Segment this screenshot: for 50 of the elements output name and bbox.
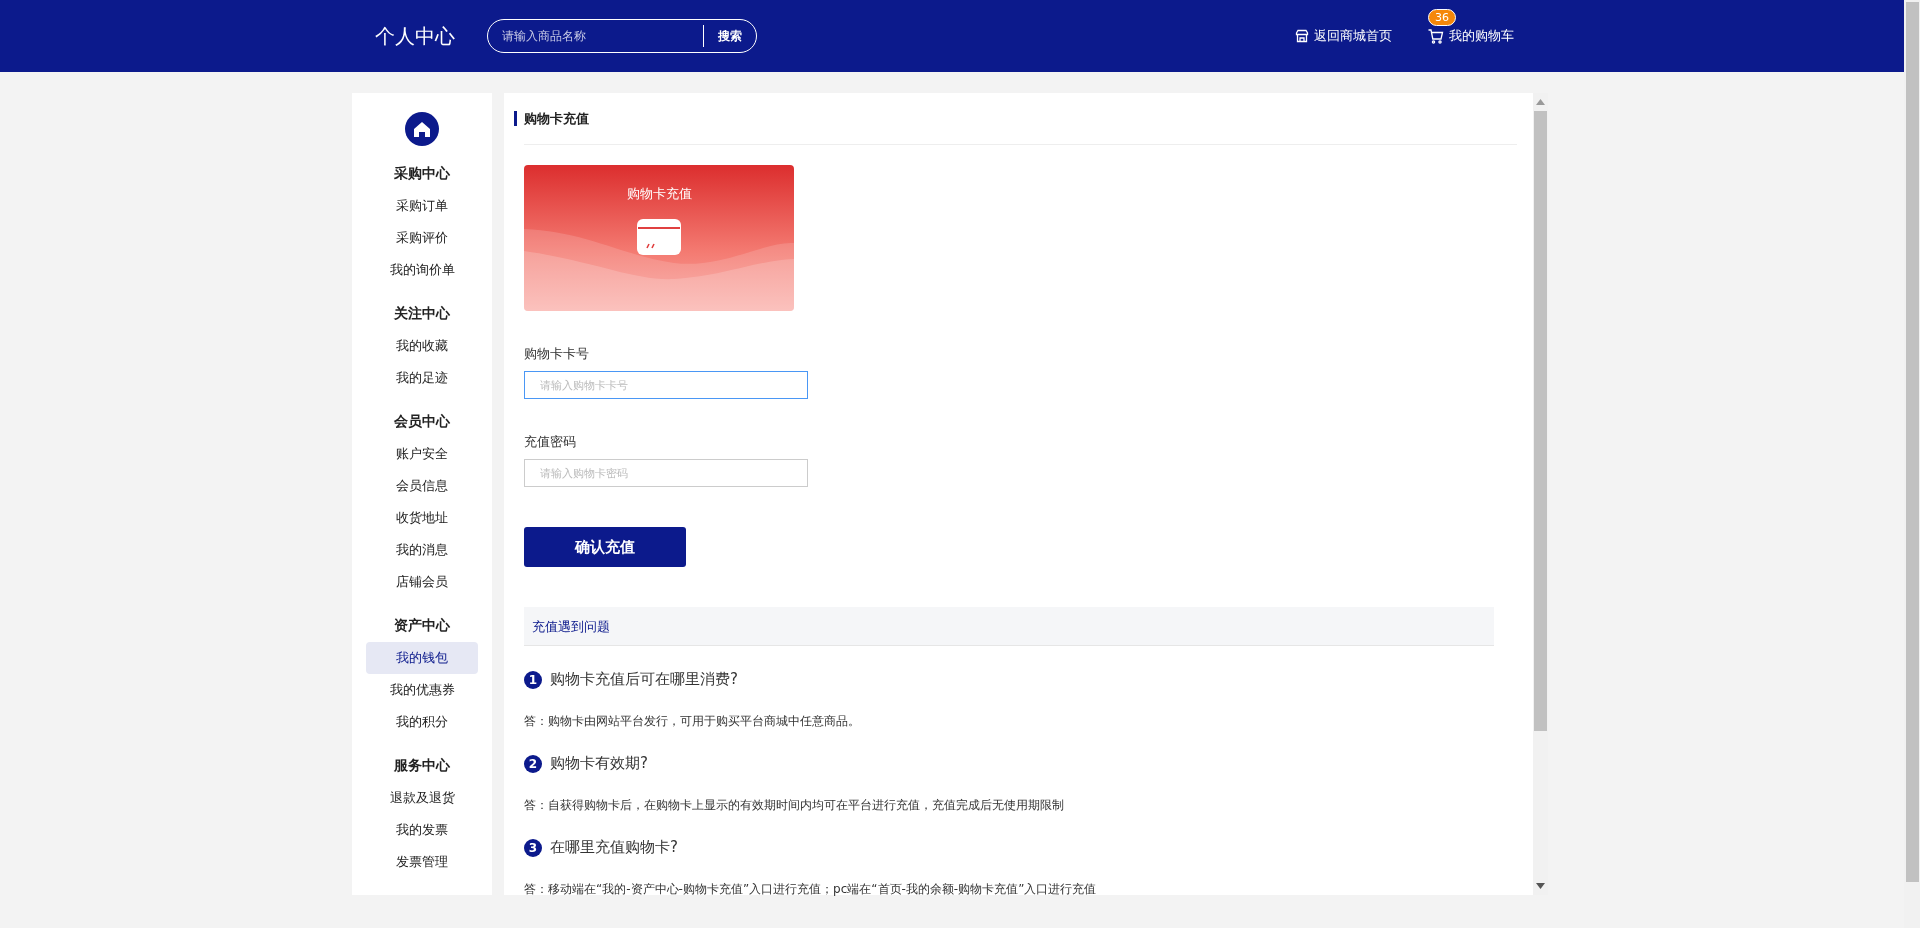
cart-link[interactable]: 我的购物车 [1428,27,1514,45]
input-field[interactable]: 请输入购物卡密码 [524,459,808,487]
sidebar-group-title: 服务中心 [394,756,450,775]
sidebar-item[interactable]: 我的消息 [366,534,478,566]
number-badge: 3 [524,838,542,857]
faq-question: 在哪里充值购物卡? [550,838,678,857]
faq-header: 充值遇到问题 [524,607,1494,646]
sidebar-item[interactable]: 我的发票 [366,814,478,846]
search-button[interactable]: 搜索 [703,25,756,47]
sidebar-item[interactable]: 我的收藏 [366,330,478,362]
scroll-up-icon[interactable] [1536,99,1545,105]
scrollbar-thumb[interactable] [1534,111,1547,731]
number-badge: 1 [524,670,542,689]
cart-icon [1428,28,1444,44]
sidebar-item[interactable]: 我的优惠券 [366,674,478,706]
sidebar-group-title: 采购中心 [394,164,450,183]
sidebar-item[interactable]: 店铺会员 [366,566,478,598]
page-title: 个人中心 [375,22,456,50]
faq-answer: 答：移动端在“我的-资产中心-购物卡充值”入口进行充值；pc端在“首页-我的余额-购物卡充值”入口进行充值 [524,881,1098,898]
sidebar-item[interactable]: 账户安全 [366,438,478,470]
sidebar-item[interactable]: 我的积分 [366,706,478,738]
card-icon [637,219,681,255]
page-scrollbar-thumb[interactable] [1905,2,1919,882]
scroll-down-icon[interactable] [1536,883,1545,889]
sidebar-group-title: 会员中心 [394,412,450,431]
faq-answer: 答：自获得购物卡后，在购物卡上显示的有效期时间内均可在平台进行充值，充值完成后无使用期限制 [524,797,1065,814]
sidebar-item[interactable]: 会员信息 [366,470,478,502]
sidebar-item[interactable]: 退款及退货 [366,782,478,814]
number-badge: 2 [524,754,542,773]
confirm-button[interactable]: 确认充值 [524,527,686,567]
sidebar-item[interactable]: 收货地址 [366,502,478,534]
store-icon [1295,29,1309,43]
home-link[interactable]: 返回商城首页 [1295,27,1392,45]
faq-question: 购物卡充值后可在哪里消费? [550,670,738,689]
card-title: 购物卡充值 [626,185,692,203]
sidebar-item[interactable]: 我的足迹 [366,362,478,394]
section-title: 购物卡充值 [514,111,1517,126]
home-icon[interactable] [405,112,439,146]
sidebar-item[interactable]: 发票管理 [366,846,478,878]
sidebar-group-title: 关注中心 [394,304,450,323]
cart-count-badge: 36 [1428,9,1456,26]
sidebar-item[interactable]: 采购订单 [366,190,478,222]
sidebar-item[interactable]: 我的询价单 [366,254,478,286]
faq-answer: 答：购物卡由网站平台发行，可用于购买平台商城中任意商品。 [524,713,861,730]
sidebar-item[interactable]: 采购评价 [366,222,478,254]
sidebar-item[interactable]: 我的钱包 [366,642,478,674]
field-label: 充值密码 [524,433,577,451]
field-label: 购物卡卡号 [524,345,590,363]
sidebar-group-title: 资产中心 [394,616,450,635]
faq-question: 购物卡有效期? [550,754,648,773]
